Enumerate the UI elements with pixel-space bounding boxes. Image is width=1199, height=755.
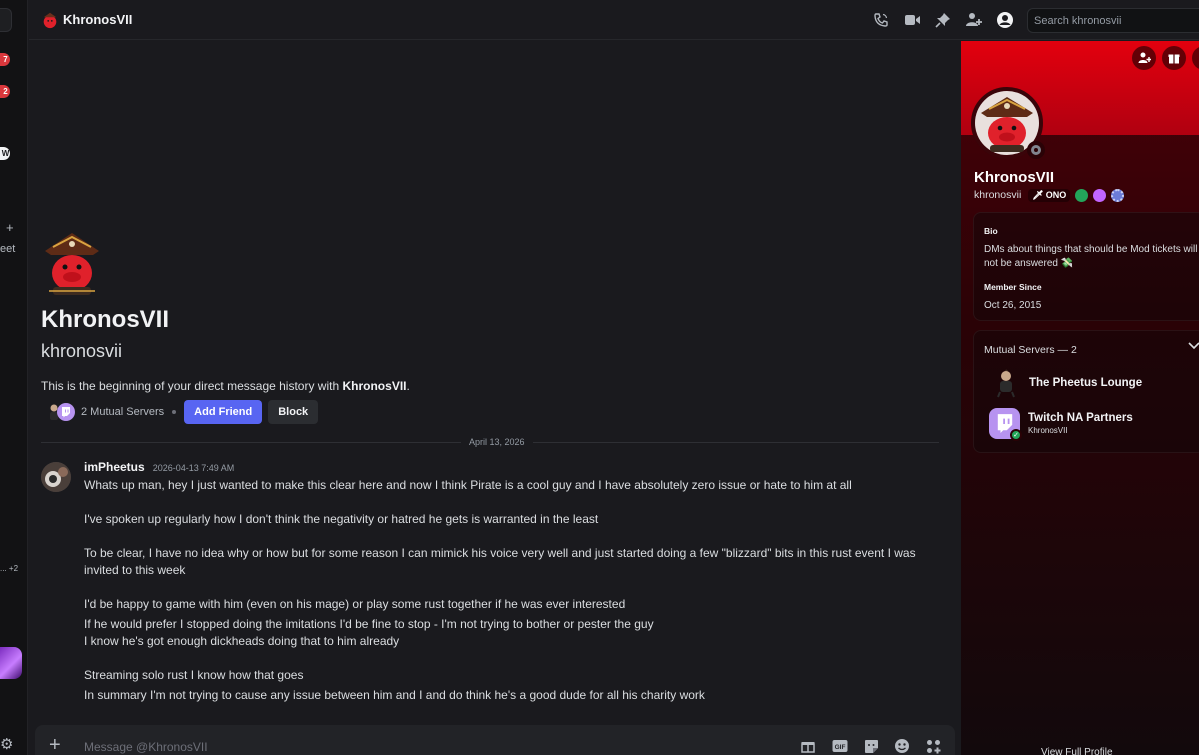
member-since-label: Member Since [984, 282, 1042, 292]
message-author-avatar[interactable] [41, 462, 71, 492]
user-profile-icon[interactable] [995, 10, 1015, 30]
verified-check-icon: ✓ [1010, 429, 1022, 441]
bio-card: Bio DMs about things that should be Mod … [973, 212, 1199, 321]
pin-icon[interactable] [933, 10, 953, 30]
mutual-server-icons [41, 401, 77, 423]
profile-username: khronosvii [41, 341, 123, 361]
chevron-down-icon[interactable] [1188, 341, 1199, 353]
clan-tag[interactable]: 🗡 ONO [1028, 188, 1071, 202]
mutual-server-nickname: KhronosVII [1028, 426, 1068, 435]
member-since-date: Oct 26, 2015 [984, 300, 1042, 311]
message-line: If he would prefer I stopped doing the i… [84, 617, 654, 631]
emoji-icon[interactable] [893, 737, 911, 755]
unread-badge: 2 [0, 85, 10, 98]
add-friend-button[interactable]: Add Friend [184, 400, 263, 424]
profile-panel-display-name: KhronosVII [974, 169, 1055, 186]
profile-panel-username[interactable]: khronosvii [974, 189, 1021, 201]
dm-title: KhronosVII [63, 12, 133, 27]
dm-header: KhronosVII Search khronosvii [29, 0, 1199, 40]
user-avatar-small[interactable] [41, 11, 59, 29]
gift-nitro-icon[interactable] [1162, 46, 1186, 70]
profile-avatar[interactable] [971, 87, 1045, 159]
server-label-badge: W [0, 147, 10, 160]
apps-icon[interactable] [924, 737, 942, 755]
voice-call-icon[interactable] [871, 10, 891, 30]
add-friend-icon[interactable] [1132, 46, 1156, 70]
mutual-servers-link[interactable]: 2 Mutual Servers [81, 406, 164, 418]
user-avatar-large[interactable] [41, 229, 103, 301]
dm-beginning-name: KhronosVII [342, 379, 407, 393]
hypesquad-badge-icon[interactable] [1075, 188, 1089, 202]
voice-overflow-fragment: ... +2 [0, 564, 19, 573]
block-button[interactable]: Block [268, 400, 319, 424]
gift-icon[interactable] [799, 737, 817, 755]
sticker-icon[interactable] [862, 737, 880, 755]
pheetus-lounge-icon [990, 367, 1021, 398]
twitch-icon: ✓ [989, 408, 1022, 441]
message-author[interactable]: imPheetus [84, 460, 145, 474]
intro-actions: 2 Mutual Servers Add Friend Block [41, 400, 319, 424]
message-line: To be clear, I have no idea why or how b… [84, 546, 916, 577]
mutual-server-item[interactable]: ✓ Twitch NA Partners KhronosVII [989, 408, 1133, 441]
message-input[interactable]: Message @KhronosVII [84, 740, 208, 754]
message-line: Whats up man, hey I just wanted to make … [84, 478, 852, 492]
home-button[interactable] [0, 8, 12, 32]
mutual-server-name: Twitch NA Partners [1028, 412, 1133, 424]
message-timestamp: 2026-04-13 7:49 AM [152, 463, 235, 473]
clan-tag-label: ONO [1045, 190, 1067, 200]
clan-tag-icon: 🗡 [1032, 189, 1044, 200]
message-header: imPheetus 2026-04-13 7:49 AM [84, 460, 234, 474]
server-rail: 7 2 W + eet ... +2 ⚙ [0, 0, 28, 755]
add-icon[interactable]: + [6, 220, 14, 235]
message-line: I know he's got enough dickheads doing t… [84, 634, 400, 648]
video-call-icon[interactable] [902, 10, 922, 30]
user-profile-panel: KhronosVII khronosvii 🗡 ONO Bio DMs about… [961, 41, 1199, 755]
mutual-servers-header[interactable]: Mutual Servers — 2 [984, 344, 1077, 356]
bio-label: Bio [984, 226, 998, 236]
svg-text:GIF: GIF [835, 744, 846, 751]
message-composer[interactable]: + Message @KhronosVII GIF [35, 725, 955, 755]
add-friends-to-dm-icon[interactable] [964, 10, 984, 30]
message-content: Whats up man, hey I just wanted to make … [84, 477, 944, 704]
nitro-gem-badge-icon[interactable] [1093, 188, 1107, 202]
activity-thumbnail[interactable] [0, 647, 22, 679]
profile-display-name: KhronosVII [41, 306, 170, 333]
mutual-servers-card[interactable]: Mutual Servers — 2 The Pheetus Lounge ✓ … [973, 330, 1199, 453]
upload-plus-icon[interactable]: + [49, 734, 61, 755]
dm-beginning-text: This is the beginning of your direct mes… [41, 379, 410, 393]
settings-gear-icon[interactable]: ⚙ [0, 735, 12, 753]
message-line: Streaming solo rust I know how that goes [84, 668, 304, 682]
profile-username-row: khronosvii 🗡 ONO [974, 188, 1125, 202]
separator-dot [172, 410, 177, 414]
message-line: In summary I'm not trying to cause any i… [84, 688, 705, 702]
search-input[interactable]: Search khronosvii [1027, 8, 1199, 33]
boost-badge-icon[interactable] [1111, 188, 1125, 202]
mutual-server-item[interactable]: The Pheetus Lounge [990, 367, 1142, 398]
date-divider: April 13, 2026 [41, 437, 939, 447]
bio-text: DMs about things that should be Mod tick… [984, 244, 1198, 269]
chat-area: KhronosVII khronosvii This is the beginn… [29, 41, 960, 755]
gif-icon[interactable]: GIF [831, 737, 849, 755]
view-full-profile-link[interactable]: View Full Profile [1041, 747, 1113, 755]
message-line: I've spoken up regularly how I don't thi… [84, 512, 599, 526]
date-divider-label: April 13, 2026 [461, 437, 533, 447]
message-line: I'd be happy to game with him (even on h… [84, 597, 626, 611]
channel-name-fragment: eet [0, 243, 16, 255]
offline-status-icon [1027, 141, 1045, 159]
unread-badge: 7 [0, 53, 10, 66]
mutual-server-name: The Pheetus Lounge [1029, 376, 1143, 389]
twitch-server-icon [57, 403, 75, 421]
